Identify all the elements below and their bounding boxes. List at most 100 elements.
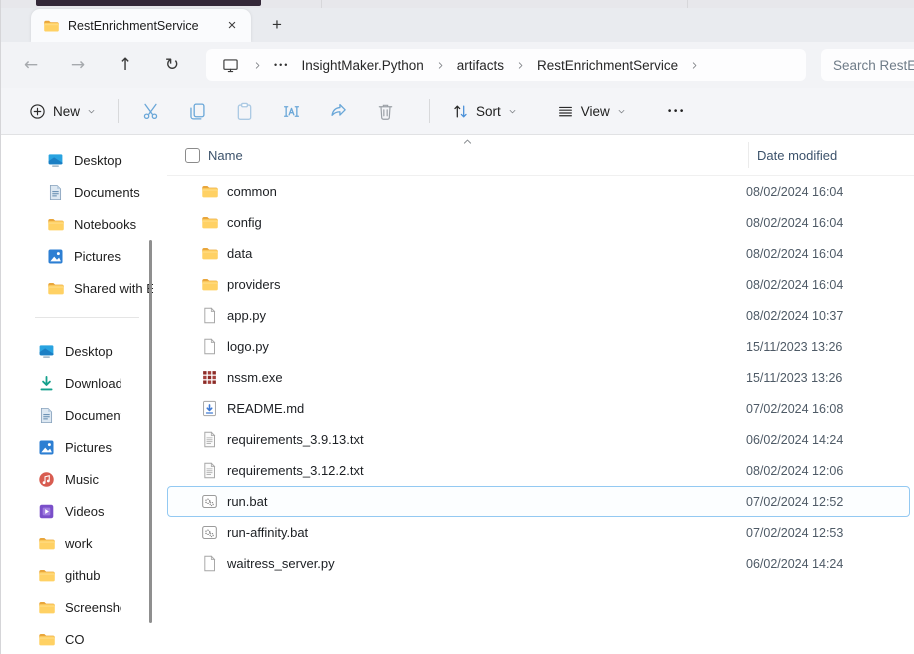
file-name: run-affinity.bat	[227, 525, 746, 540]
sidebar-item-label: work	[65, 536, 121, 551]
file-row[interactable]: logo.py 15/11/2023 13:26	[167, 331, 910, 362]
sidebar-pinned-item[interactable]: work	[1, 527, 153, 559]
see-more-button[interactable]: •••	[658, 98, 696, 125]
chevron-right-icon[interactable]	[690, 61, 699, 70]
breadcrumb-segment[interactable]: InsightMaker.Python	[295, 56, 429, 75]
share-icon	[329, 102, 348, 121]
file-name: nssm.exe	[227, 370, 746, 385]
file-name: logo.py	[227, 339, 746, 354]
folder-icon	[47, 280, 64, 297]
file-date-modified: 08/02/2024 16:04	[746, 247, 909, 261]
sidebar-pinned-item[interactable]: CO	[1, 623, 153, 654]
sidebar-pinned-item[interactable]: github	[1, 559, 153, 591]
file-row[interactable]: run-affinity.bat 07/02/2024 12:53	[167, 517, 910, 548]
folder-icon	[201, 276, 218, 293]
file-row[interactable]: providers 08/02/2024 16:04	[167, 269, 910, 300]
chevron-right-icon[interactable]	[253, 61, 262, 70]
column-header-name[interactable]: Name	[208, 148, 243, 163]
select-all-checkbox[interactable]	[185, 148, 200, 163]
forward-button[interactable]: →	[60, 47, 96, 83]
new-tab-button[interactable]: +	[263, 11, 291, 39]
folder-icon	[38, 567, 55, 584]
expand-chevron-icon[interactable]	[22, 187, 32, 197]
breadcrumb-overflow-button[interactable]: •••	[274, 60, 289, 70]
file-row[interactable]: nssm.exe 15/11/2023 13:26	[167, 362, 910, 393]
file-name: app.py	[227, 308, 746, 323]
pin-icon	[125, 409, 137, 421]
sidebar-tree-item[interactable]: Pictures	[1, 240, 153, 272]
file-row[interactable]: waitress_server.py 06/02/2024 14:24	[167, 548, 910, 579]
breadcrumb-segment[interactable]: RestEnrichmentService	[531, 56, 684, 75]
file-name: common	[227, 184, 746, 199]
file-row[interactable]: common 08/02/2024 16:04	[167, 176, 910, 207]
file-date-modified: 08/02/2024 10:37	[746, 309, 909, 323]
up-button[interactable]: ↑	[107, 47, 143, 83]
sidebar-pinned-group: Desktop Downloads Documents Pictures Mus…	[1, 335, 153, 654]
file-date-modified: 06/02/2024 14:24	[746, 433, 909, 447]
sidebar-tree-item[interactable]: Documents	[1, 176, 153, 208]
sidebar-item-label: Pictures	[65, 440, 121, 455]
sidebar-tree-item[interactable]: Desktop	[1, 144, 153, 176]
search-input[interactable]	[833, 58, 914, 73]
view-button[interactable]: View	[549, 97, 634, 126]
tab-title: RestEnrichmentService	[68, 19, 221, 33]
pictures-icon	[38, 439, 55, 456]
folder-icon	[201, 245, 218, 262]
expand-chevron-icon[interactable]	[22, 251, 32, 261]
share-button[interactable]	[321, 94, 355, 128]
tab-close-icon[interactable]: ×	[221, 15, 243, 37]
sidebar-pinned-item[interactable]: Videos	[1, 495, 153, 527]
sidebar-pinned-item[interactable]: Downloads	[1, 367, 153, 399]
sidebar-pinned-item[interactable]: Desktop	[1, 335, 153, 367]
file-name: requirements_3.12.2.txt	[227, 463, 746, 478]
sidebar-pinned-item[interactable]: Documents	[1, 399, 153, 431]
expand-chevron-icon[interactable]	[22, 219, 32, 229]
downloads-icon	[38, 375, 55, 392]
chevron-right-icon[interactable]	[516, 61, 525, 70]
sidebar-pinned-item[interactable]: Pictures	[1, 431, 153, 463]
folder-icon	[38, 535, 55, 552]
sidebar-pinned-item[interactable]: Music	[1, 463, 153, 495]
sidebar-tree-item[interactable]: Shared with Ev	[1, 272, 153, 304]
paste-button[interactable]	[227, 94, 261, 128]
chevron-right-icon[interactable]	[436, 61, 445, 70]
file-date-modified: 08/02/2024 12:06	[746, 464, 909, 478]
back-button[interactable]: ←	[13, 47, 49, 83]
toolbar-divider	[118, 99, 119, 123]
explorer-tab[interactable]: RestEnrichmentService ×	[31, 9, 251, 42]
file-row[interactable]: config 08/02/2024 16:04	[167, 207, 910, 238]
rename-button[interactable]	[274, 94, 308, 128]
file-row[interactable]: run.bat 07/02/2024 12:52	[167, 486, 910, 517]
sort-button[interactable]: Sort	[444, 97, 525, 126]
this-pc-icon[interactable]	[222, 57, 239, 74]
txt-icon	[201, 431, 218, 448]
pin-icon	[125, 473, 137, 485]
sidebar-tree-group: Desktop Documents Notebooks Pictures Sha…	[1, 135, 153, 304]
delete-button[interactable]	[368, 94, 402, 128]
expand-chevron-icon[interactable]	[22, 155, 32, 165]
file-row[interactable]: app.py 08/02/2024 10:37	[167, 300, 910, 331]
sidebar-item-label: Downloads	[65, 376, 121, 391]
sidebar-scrollbar[interactable]	[149, 240, 152, 623]
sidebar-item-label: Documents	[74, 185, 153, 200]
expand-chevron-icon[interactable]	[22, 283, 32, 293]
txt-icon	[201, 462, 218, 479]
refresh-button[interactable]: ↻	[154, 47, 190, 83]
file-explorer-window: RestEnrichmentService × + ← → ↑ ↻ ••• In…	[0, 0, 914, 654]
file-row[interactable]: data 08/02/2024 16:04	[167, 238, 910, 269]
new-button-label: New	[53, 104, 80, 119]
file-row[interactable]: requirements_3.9.13.txt 06/02/2024 14:24	[167, 424, 910, 455]
sidebar-pinned-item[interactable]: Screenshots	[1, 591, 153, 623]
cut-button[interactable]	[133, 94, 167, 128]
pin-icon	[125, 441, 137, 453]
file-row[interactable]: requirements_3.12.2.txt 08/02/2024 12:06	[167, 455, 910, 486]
column-header-date-modified[interactable]: Date modified	[748, 142, 837, 168]
file-date-modified: 07/02/2024 16:08	[746, 402, 909, 416]
copy-button[interactable]	[180, 94, 214, 128]
sidebar-item-label: Notebooks	[74, 217, 153, 232]
sidebar-tree-item[interactable]: Notebooks	[1, 208, 153, 240]
new-button[interactable]: New	[21, 97, 104, 126]
breadcrumb-segment[interactable]: artifacts	[451, 56, 510, 75]
file-row[interactable]: README.md 07/02/2024 16:08	[167, 393, 910, 424]
toolbar-divider	[429, 99, 430, 123]
